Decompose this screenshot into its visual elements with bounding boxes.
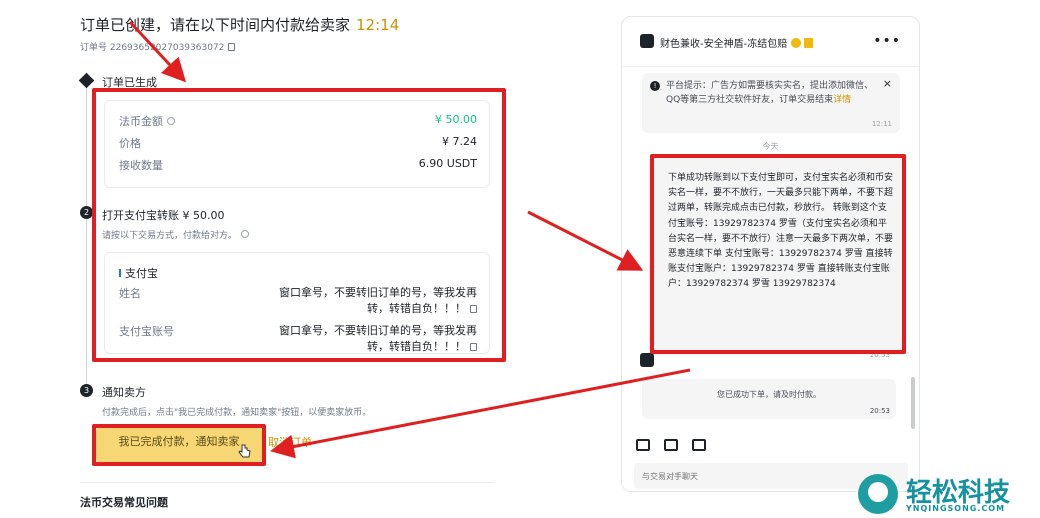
annotation-arrows xyxy=(128,20,691,459)
arrow-to-order-step xyxy=(128,20,187,83)
arrow-to-confirm-button xyxy=(270,368,691,459)
watermark-url: YNQINGSONG.COM xyxy=(906,504,1006,513)
arrow-to-chat-message xyxy=(527,210,644,271)
watermark-logo-icon xyxy=(858,474,898,514)
